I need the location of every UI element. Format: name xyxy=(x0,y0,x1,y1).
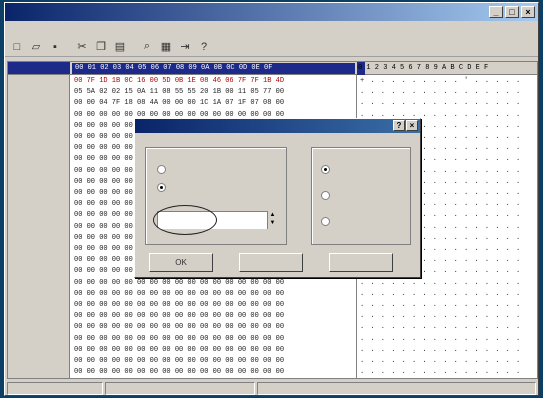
row-hex-bytes[interactable]: 00 00 00 00 00 00 00 00 00 00 00 00 00 0… xyxy=(74,356,356,367)
hex-row[interactable]: 00 00 00 00 00 00 00 00 00 00 00 00 00 0… xyxy=(8,311,537,322)
radio-option-3[interactable] xyxy=(321,165,334,174)
window-titlebar[interactable]: _ □ × xyxy=(5,3,538,21)
radio-button[interactable] xyxy=(157,183,166,192)
cancel-button[interactable] xyxy=(239,253,303,272)
maximize-button[interactable]: □ xyxy=(505,6,519,18)
radio-button[interactable] xyxy=(321,165,330,174)
row-hex-bytes[interactable]: 00 00 00 00 00 00 00 00 00 00 00 00 00 0… xyxy=(74,334,356,345)
hex-row[interactable]: 00 00 00 00 00 00 00 00 00 00 00 00 00 0… xyxy=(8,367,537,378)
close-button[interactable]: × xyxy=(521,6,535,18)
new-file-icon[interactable]: □ xyxy=(9,39,25,55)
row-ascii[interactable]: . . . . . . . . . . . . . . . . xyxy=(360,87,536,98)
row-ascii[interactable]: . . . . . . . . . . . . . . . . xyxy=(360,300,536,311)
row-ascii[interactable]: . . . . . . . . . . . . . . . . xyxy=(360,322,536,333)
hex-row[interactable]: 00 00 04 7F 18 08 4A 00 00 00 1C 1A 07 1… xyxy=(8,98,537,109)
paste-icon[interactable]: ▤ xyxy=(112,39,128,55)
copy-icon[interactable]: ❐ xyxy=(93,39,109,55)
goto-icon[interactable]: ⇥ xyxy=(177,39,193,55)
goto-offset-dialog: ? × ▲ ▼ OK xyxy=(134,118,421,278)
ascii-column-header: 0 1 2 3 4 5 6 7 8 9 A B C D E F xyxy=(358,64,489,72)
ok-button[interactable]: OK xyxy=(149,253,213,272)
row-hex-bytes[interactable]: 00 00 00 00 00 00 00 00 00 00 00 00 00 0… xyxy=(74,289,356,300)
minimize-button[interactable]: _ xyxy=(489,6,503,18)
row-ascii[interactable]: . . . . . . . . . . . . . . . . xyxy=(360,334,536,345)
hex-row[interactable]: 00 00 00 00 00 00 00 00 00 00 00 00 00 0… xyxy=(8,345,537,356)
row-hex-bytes[interactable]: 00 00 04 7F 18 08 4A 00 00 00 1C 1A 07 1… xyxy=(74,98,356,109)
hex-row[interactable]: 05 5A 02 02 15 0A 11 08 55 55 20 1B 00 1… xyxy=(8,87,537,98)
row-hex-bytes[interactable]: 00 7F 1D 1B 0C 16 00 5D 0B 1E 08 46 06 7… xyxy=(74,76,356,87)
radio-option-1[interactable] xyxy=(157,165,170,174)
row-ascii[interactable]: . . . . . . . . . . . . . . . . xyxy=(360,356,536,367)
offset-input[interactable] xyxy=(157,211,277,229)
hex-row[interactable]: 00 00 00 00 00 00 00 00 00 00 00 00 00 0… xyxy=(8,300,537,311)
dialog-help-icon[interactable]: ? xyxy=(393,120,405,131)
address-header xyxy=(8,62,70,74)
row-ascii[interactable]: . . . . . . . . . . . . . . . . xyxy=(360,367,536,378)
cut-icon[interactable]: ✂ xyxy=(74,39,90,55)
row-ascii[interactable]: . . . . . . . . . . . . . . . . xyxy=(360,278,536,289)
radio-button[interactable] xyxy=(157,165,166,174)
row-ascii[interactable]: . . . . . . . . . . . . . . . . xyxy=(360,311,536,322)
status-position xyxy=(7,381,103,395)
toolbar: □ ▱ ▪ ✂ ❐ ▤ ⌕ ▦ ⇥ ? xyxy=(5,37,538,57)
row-hex-bytes[interactable]: 00 00 00 00 00 00 00 00 00 00 00 00 00 0… xyxy=(74,322,356,333)
row-ascii[interactable]: . . . . . . . . . . . . . . . . xyxy=(360,98,536,109)
row-ascii[interactable]: . . . . . . . . . . . . . . . . xyxy=(360,289,536,300)
radio-button[interactable] xyxy=(321,191,330,200)
radio-option-2[interactable] xyxy=(157,183,170,192)
open-folder-icon[interactable]: ▱ xyxy=(28,39,44,55)
row-hex-bytes[interactable]: 00 00 00 00 00 00 00 00 00 00 00 00 00 0… xyxy=(74,311,356,322)
hex-column-header: 00 01 02 03 04 05 06 07 08 09 0A 0B 0C 0… xyxy=(72,63,355,74)
row-hex-bytes[interactable]: 00 00 00 00 00 00 00 00 00 00 00 00 00 0… xyxy=(74,278,356,289)
hex-row[interactable]: 00 7F 1D 1B 0C 16 00 5D 0B 1E 08 46 06 7… xyxy=(8,76,537,87)
hex-row[interactable]: 00 00 00 00 00 00 00 00 00 00 00 00 00 0… xyxy=(8,278,537,289)
radio-option-4[interactable] xyxy=(321,191,334,200)
dialog-close-icon[interactable]: × xyxy=(406,120,418,131)
save-icon[interactable]: ▪ xyxy=(47,39,63,55)
offset-spinner[interactable]: ▲ ▼ xyxy=(267,211,277,229)
menubar xyxy=(5,21,538,37)
dialog-titlebar[interactable]: ? × xyxy=(135,119,420,133)
radio-option-5[interactable] xyxy=(321,217,334,226)
print-icon[interactable]: ▦ xyxy=(158,39,174,55)
radio-button[interactable] xyxy=(321,217,330,226)
hex-row[interactable]: 00 00 00 00 00 00 00 00 00 00 00 00 00 0… xyxy=(8,356,537,367)
hex-row[interactable]: 00 00 00 00 00 00 00 00 00 00 00 00 00 0… xyxy=(8,322,537,333)
hex-row[interactable]: 00 00 00 00 00 00 00 00 00 00 00 00 00 0… xyxy=(8,334,537,345)
help-button[interactable] xyxy=(329,253,393,272)
status-extra xyxy=(257,381,536,395)
row-hex-bytes[interactable]: 00 00 00 00 00 00 00 00 00 00 00 00 00 0… xyxy=(74,345,356,356)
hex-row[interactable]: 00 00 00 00 00 00 00 00 00 00 00 00 00 0… xyxy=(8,289,537,300)
help-icon[interactable]: ? xyxy=(196,39,212,55)
hex-header: 00 01 02 03 04 05 06 07 08 09 0A 0B 0C 0… xyxy=(8,62,537,75)
find-icon[interactable]: ⌕ xyxy=(139,39,155,55)
status-bar xyxy=(7,381,538,395)
row-hex-bytes[interactable]: 00 00 00 00 00 00 00 00 00 00 00 00 00 0… xyxy=(74,300,356,311)
row-hex-bytes[interactable]: 05 5A 02 02 15 0A 11 08 55 55 20 1B 00 1… xyxy=(74,87,356,98)
row-ascii[interactable]: + . . . . . . . . . ' . . . . . xyxy=(360,76,536,87)
offset-format-group xyxy=(145,147,287,245)
status-charset xyxy=(105,381,255,395)
row-ascii[interactable]: . . . . . . . . . . . . . . . . xyxy=(360,345,536,356)
row-hex-bytes[interactable]: 00 00 00 00 00 00 00 00 00 00 00 00 00 0… xyxy=(74,367,356,378)
